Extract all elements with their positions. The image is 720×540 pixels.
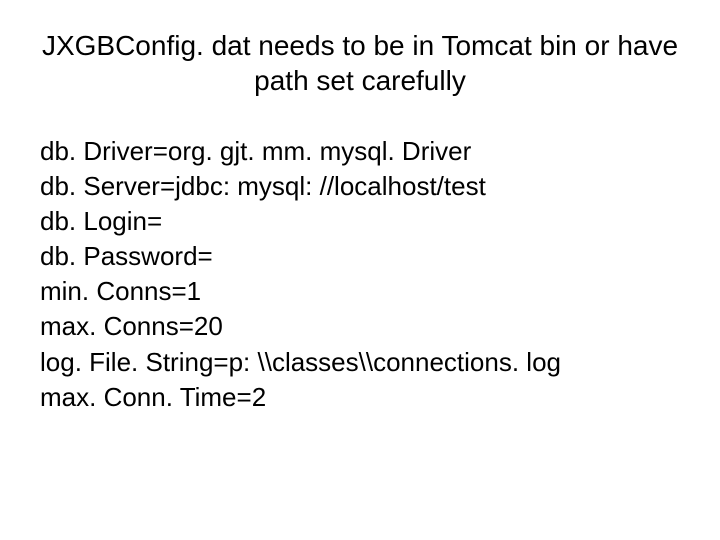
- config-line: db. Login=: [40, 204, 680, 239]
- config-line: log. File. String=p: \\classes\\connecti…: [40, 345, 680, 380]
- slide: JXGBConfig. dat needs to be in Tomcat bi…: [0, 0, 720, 540]
- slide-title: JXGBConfig. dat needs to be in Tomcat bi…: [40, 28, 680, 98]
- config-line: max. Conn. Time=2: [40, 380, 680, 415]
- config-line: db. Server=jdbc: mysql: //localhost/test: [40, 169, 680, 204]
- config-line: max. Conns=20: [40, 309, 680, 344]
- config-line: db. Password=: [40, 239, 680, 274]
- config-line: db. Driver=org. gjt. mm. mysql. Driver: [40, 134, 680, 169]
- config-block: db. Driver=org. gjt. mm. mysql. Driverdb…: [40, 134, 680, 415]
- config-line: min. Conns=1: [40, 274, 680, 309]
